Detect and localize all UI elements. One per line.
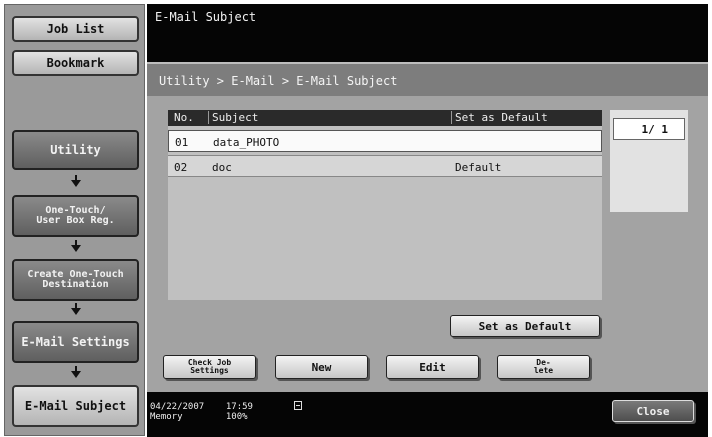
row-subject: doc	[212, 161, 232, 174]
bookmark-label: Bookmark	[46, 56, 105, 70]
set-as-default-button[interactable]: Set as Default	[450, 315, 600, 337]
arrow-down-icon	[71, 175, 81, 187]
edit-button[interactable]: Edit	[386, 355, 479, 379]
status-date: 04/22/2007	[150, 402, 205, 412]
row-subject: data_PHOTO	[213, 136, 280, 149]
check-job-label-line2: Settings	[190, 366, 229, 375]
row-no: 01	[175, 136, 189, 149]
memory-card-icon	[294, 401, 302, 410]
sidebar: Job List Bookmark Utility One-Touch/ Use…	[4, 4, 145, 436]
check-job-settings-button[interactable]: Check Job Settings	[163, 355, 256, 379]
one-touch-label-line2: User Box Reg.	[36, 215, 115, 226]
delete-label-line2: lete	[533, 366, 554, 375]
column-no: No.	[174, 111, 194, 124]
arrow-down-icon	[71, 303, 81, 315]
delete-button[interactable]: De- lete	[497, 355, 590, 379]
email-subject-button[interactable]: E-Mail Subject	[12, 385, 139, 427]
memory-value: 100%	[225, 412, 248, 422]
job-list-label: Job List	[46, 22, 105, 36]
row-default: Default	[455, 161, 502, 174]
status-info: 04/22/2007 17:59 Memory 100%	[150, 402, 253, 422]
close-label: Close	[636, 404, 670, 418]
email-settings-label: E-Mail Settings	[21, 335, 130, 349]
page-indicator: 1/ 1	[613, 118, 685, 140]
table-row[interactable]: 02 doc Default	[168, 155, 602, 177]
email-subject-label: E-Mail Subject	[24, 399, 127, 413]
status-time: 17:59	[225, 402, 253, 412]
page-indicator-text: 1/ 1	[641, 122, 669, 136]
screen-header: E-Mail Subject	[147, 4, 708, 62]
breadcrumb-text: Utility > E-Mail > E-Mail Subject	[159, 74, 398, 88]
arrow-down-icon	[71, 366, 81, 378]
page-title: E-Mail Subject	[155, 10, 257, 24]
column-subject: Subject	[208, 111, 258, 124]
job-list-button[interactable]: Job List	[12, 16, 139, 42]
memory-label: Memory	[150, 412, 183, 422]
utility-label: Utility	[50, 143, 101, 157]
new-button[interactable]: New	[275, 355, 368, 379]
bookmark-button[interactable]: Bookmark	[12, 50, 139, 76]
create-one-touch-destination-button[interactable]: Create One-Touch Destination	[12, 259, 139, 301]
column-set-as-default: Set as Default	[451, 111, 548, 124]
close-button[interactable]: Close	[612, 400, 694, 422]
table-header: No. Subject Set as Default	[168, 110, 602, 126]
breadcrumb: Utility > E-Mail > E-Mail Subject	[147, 62, 708, 96]
new-label: New	[311, 360, 332, 374]
arrow-down-icon	[71, 240, 81, 252]
row-no: 02	[174, 161, 188, 174]
edit-label: Edit	[419, 360, 446, 374]
one-touch-user-box-button[interactable]: One-Touch/ User Box Reg.	[12, 195, 139, 237]
set-as-default-label: Set as Default	[478, 319, 572, 333]
create-dest-label-line2: Destination	[42, 279, 109, 290]
utility-button[interactable]: Utility	[12, 130, 139, 170]
email-settings-button[interactable]: E-Mail Settings	[12, 321, 139, 363]
table-row[interactable]: 01 data_PHOTO	[168, 130, 602, 152]
